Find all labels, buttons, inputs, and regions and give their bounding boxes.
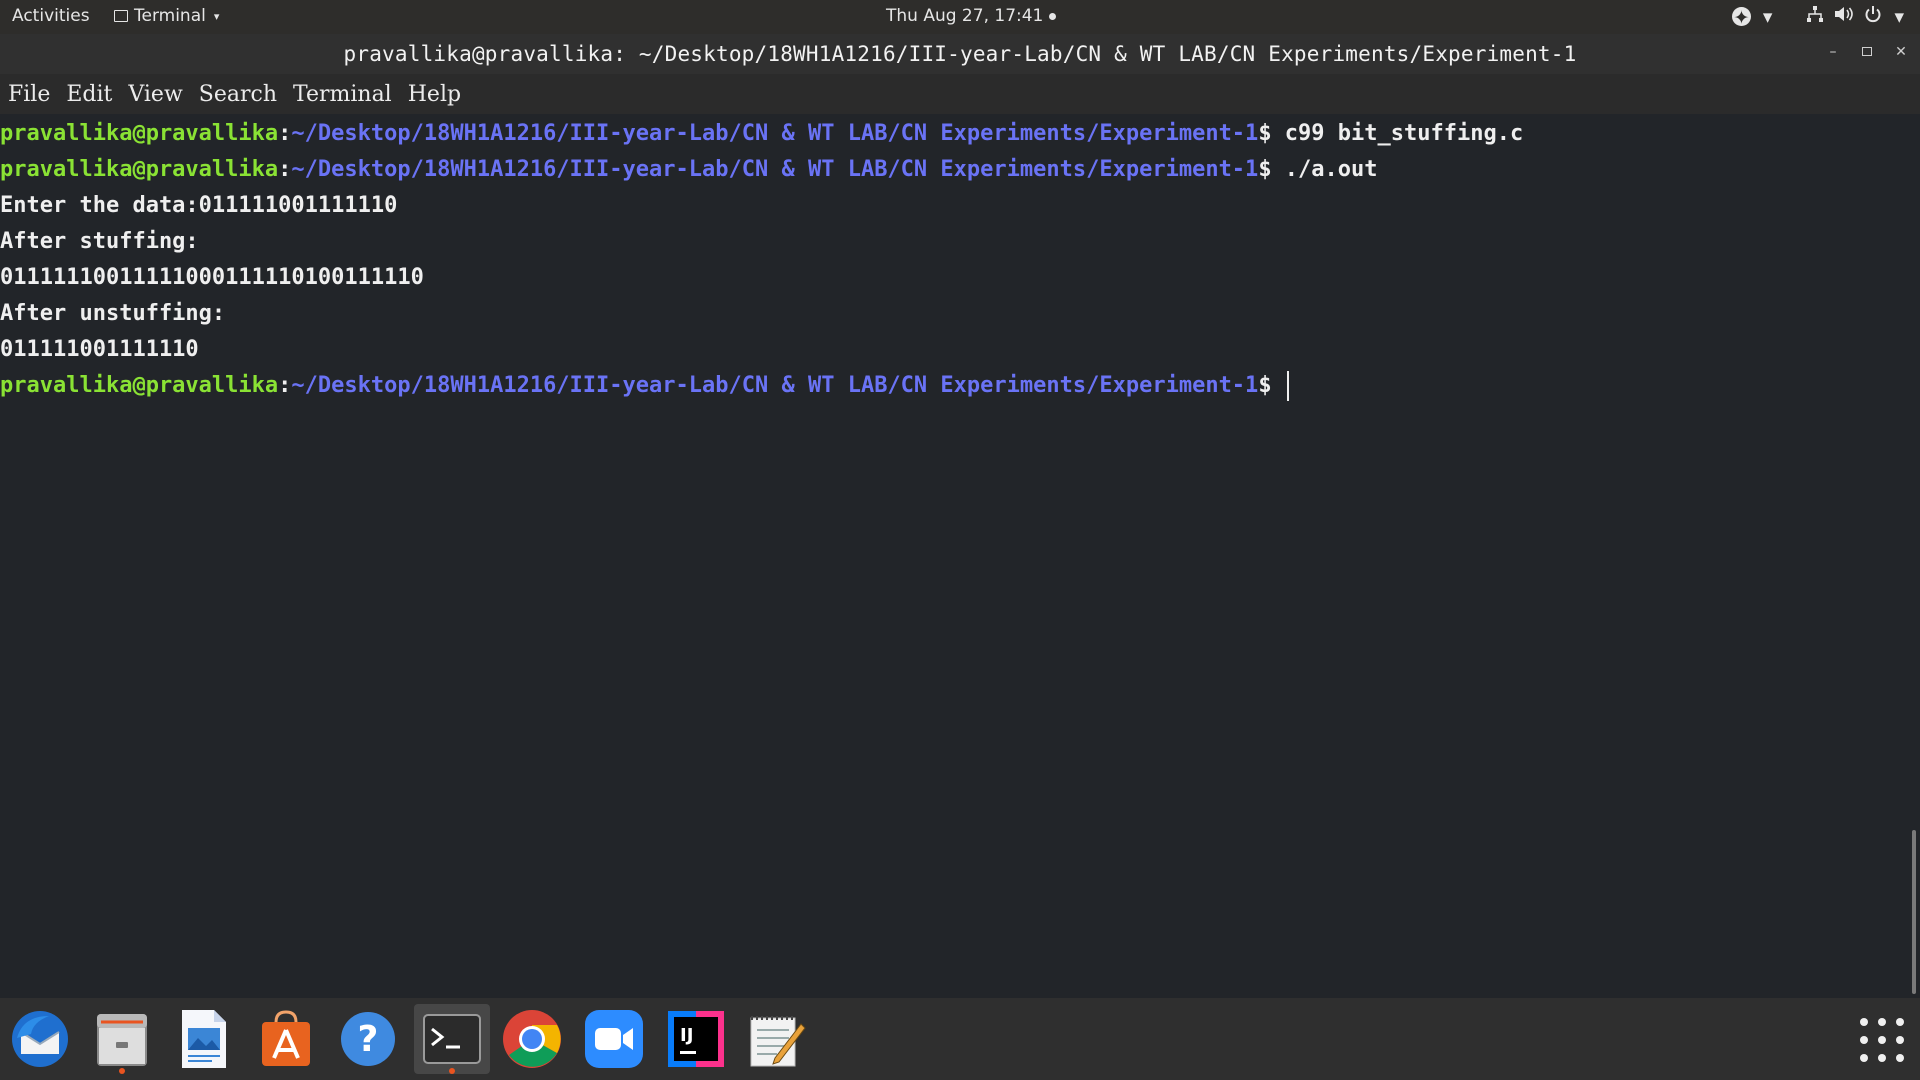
prompt-colon: :: [278, 373, 292, 398]
dock-thunderbird[interactable]: [4, 1004, 76, 1074]
zoom-icon: [585, 1010, 643, 1068]
svg-text:?: ?: [358, 1019, 379, 1060]
terminal-icon: [423, 1014, 481, 1064]
menu-file[interactable]: File: [0, 82, 58, 107]
svg-text:IJ: IJ: [680, 1025, 693, 1046]
prompt-user-host: pravallika@pravallika: [0, 373, 279, 398]
help-icon: ?: [341, 1012, 395, 1066]
prompt-colon: :: [278, 157, 292, 182]
accessibility-icon[interactable]: ✦: [1731, 7, 1751, 29]
files-icon: [97, 1014, 147, 1066]
output-line: After stuffing:: [0, 229, 199, 254]
menu-search[interactable]: Search: [191, 82, 285, 107]
dock-writer[interactable]: [168, 1004, 240, 1074]
text-editor-icon: [750, 1016, 806, 1067]
volume-icon[interactable]: [1834, 5, 1854, 28]
running-indicator: [449, 1068, 455, 1074]
close-button[interactable]: ✕: [1894, 42, 1908, 62]
grid-dot-icon: [1860, 1036, 1868, 1044]
chrome-icon: [503, 1010, 561, 1068]
dock-intellij[interactable]: IJ: [660, 1004, 732, 1074]
grid-dot-icon: [1878, 1054, 1886, 1062]
terminal-area[interactable]: pravallika@pravallika:~/Desktop/18WH1A12…: [0, 116, 1908, 998]
minimize-button[interactable]: –: [1826, 42, 1840, 62]
grid-dot-icon: [1878, 1018, 1886, 1026]
power-icon[interactable]: [1864, 5, 1882, 28]
dock-files[interactable]: [86, 1004, 158, 1074]
prompt-path: ~/Desktop/18WH1A1216/III-year-Lab/CN & W…: [291, 157, 1259, 182]
menu-view[interactable]: View: [120, 82, 190, 107]
grid-dot-icon: [1896, 1018, 1904, 1026]
terminal-line: pravallika@pravallika:~/Desktop/18WH1A12…: [0, 116, 1908, 152]
prompt-path: ~/Desktop/18WH1A1216/III-year-Lab/CN & W…: [291, 121, 1259, 146]
command-text: ./a.out: [1271, 157, 1378, 182]
prompt-colon: :: [278, 121, 292, 146]
app-menu[interactable]: Terminal ▾: [114, 6, 219, 26]
writer-icon: [182, 1010, 226, 1068]
dock-text-editor[interactable]: [742, 1004, 814, 1074]
top-bar: Activities Terminal ▾ Thu Aug 27, 17:41 …: [0, 0, 1920, 34]
thunderbird-icon: [12, 1011, 68, 1067]
system-tray[interactable]: ✦ ▾ ▾: [1731, 5, 1904, 29]
app-menu-label: Terminal: [134, 6, 206, 26]
menu-terminal[interactable]: Terminal: [285, 82, 400, 107]
grid-dot-icon: [1860, 1018, 1868, 1026]
caret-down-icon: ▾: [1762, 5, 1773, 28]
grid-dot-icon: [1878, 1036, 1886, 1044]
window-controls: – ✕: [1826, 42, 1908, 62]
output-line: 011111001111110: [0, 337, 199, 362]
menu-bar: File Edit View Search Terminal Help: [0, 74, 1920, 114]
dock: ? IJ: [0, 998, 1920, 1080]
output-line: 01111110011111000111110100111110: [0, 265, 424, 290]
terminal-line: pravallika@pravallika:~/Desktop/18WH1A12…: [0, 368, 1908, 404]
output-line: Enter the data:011111001111110: [0, 193, 398, 218]
prompt-user-host: pravallika@pravallika: [0, 157, 279, 182]
running-indicator: [119, 1068, 125, 1074]
window-titlebar[interactable]: pravallika@pravallika: ~/Desktop/18WH1A1…: [0, 34, 1920, 75]
menu-help[interactable]: Help: [400, 82, 469, 107]
grid-dot-icon: [1896, 1054, 1904, 1062]
menu-edit[interactable]: Edit: [58, 82, 120, 107]
grid-dot-icon: [1896, 1036, 1904, 1044]
dock-zoom[interactable]: [578, 1004, 650, 1074]
terminal-small-icon: [114, 10, 128, 22]
maximize-button[interactable]: [1860, 42, 1874, 62]
activities-button[interactable]: Activities: [12, 6, 90, 26]
text-cursor: [1286, 371, 1289, 401]
intellij-icon: IJ: [668, 1011, 724, 1067]
network-icon[interactable]: [1806, 5, 1824, 28]
scrollbar[interactable]: [1912, 830, 1916, 994]
clock-label: Thu Aug 27, 17:41: [886, 6, 1044, 26]
window-title: pravallika@pravallika: ~/Desktop/18WH1A1…: [343, 42, 1577, 66]
caret-down-icon: ▾: [213, 9, 220, 23]
terminal-line: pravallika@pravallika:~/Desktop/18WH1A12…: [0, 152, 1908, 188]
caret-down-icon: ▾: [1894, 5, 1904, 28]
dock-terminal[interactable]: [414, 1004, 490, 1074]
maximize-icon: [1862, 47, 1872, 56]
command-text: c99 bit_stuffing.c: [1271, 121, 1524, 146]
dock-chrome[interactable]: [496, 1004, 568, 1074]
prompt-dollar: $: [1258, 157, 1272, 182]
grid-dot-icon: [1860, 1054, 1868, 1062]
prompt-dollar: $: [1258, 373, 1272, 398]
clock[interactable]: Thu Aug 27, 17:41: [886, 6, 1057, 26]
software-center-icon: [262, 1010, 310, 1066]
show-applications-button[interactable]: [1860, 1018, 1904, 1062]
notification-dot-icon: [1049, 12, 1057, 20]
dock-software-center[interactable]: [250, 1004, 322, 1074]
output-line: After unstuffing:: [0, 301, 226, 326]
prompt-dollar: $: [1258, 121, 1272, 146]
dock-help[interactable]: ?: [332, 1004, 404, 1074]
prompt-user-host: pravallika@pravallika: [0, 121, 279, 146]
prompt-path: ~/Desktop/18WH1A1216/III-year-Lab/CN & W…: [291, 373, 1259, 398]
command-text: [1272, 373, 1285, 398]
